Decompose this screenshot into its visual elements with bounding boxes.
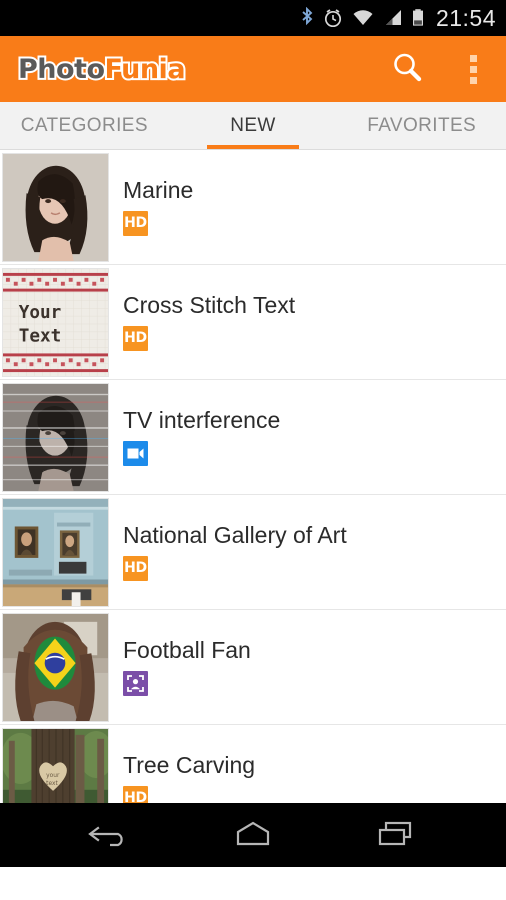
list-item[interactable]: your text Tree Carving HD [0,725,506,803]
search-button[interactable] [374,36,440,102]
app-logo: PhotoFunia [12,53,191,86]
face-detection-icon [127,674,144,692]
svg-text:your: your [46,773,60,779]
app-bar: PhotoFunia [0,36,506,102]
logo-text-funia: Funia [103,53,188,85]
list-item[interactable]: National Gallery of Art HD [0,495,506,610]
list-item-body: National Gallery of Art HD [109,521,347,581]
alarm-icon [323,7,343,29]
tab-favorites[interactable]: FAVORITES [337,102,506,149]
back-button[interactable] [71,803,151,867]
system-navigation-bar [0,803,506,867]
logo-text-photo: Photo [16,53,107,85]
home-button[interactable] [213,803,293,867]
wifi-icon [351,7,375,29]
thumbnail-portrait-woman-dark-hair [2,152,109,262]
app-bar-actions [374,36,506,102]
thumbnail-gallery-interior-paintings [2,497,109,607]
cellular-signal-icon [383,7,403,29]
list-item-title: Tree Carving [123,751,256,778]
badge-hd: HD [123,325,148,351]
thumbnail-woman-brazil-flag-facepaint [2,612,109,722]
status-bar: 21:54 [0,0,506,36]
home-icon [230,818,276,853]
thumbnail-portrait-tv-scanlines [2,382,109,492]
battery-icon [411,7,425,29]
list-item[interactable]: Football Fan [0,610,506,725]
list-item-body: Tree Carving HD [109,751,256,803]
list-item[interactable]: Marine HD [0,150,506,265]
badge-hd: HD [123,785,148,803]
list-item-body: TV interference [109,406,281,466]
bluetooth-icon [299,7,315,29]
tab-categories-label: CATEGORIES [20,114,148,136]
thumbnail-tree-trunk-heart-carving: your text [2,727,109,803]
tab-categories[interactable]: CATEGORIES [0,102,169,149]
tab-new[interactable]: NEW [169,102,338,149]
badge-face-detection [123,670,148,696]
tab-bar: CATEGORIES NEW FAVORITES [0,102,506,150]
back-icon [88,818,134,853]
recents-button[interactable] [355,803,435,867]
phone-screen: 21:54 PhotoFunia CATEGORIES NEW FAVORITE… [0,0,506,900]
recents-icon [372,818,418,853]
list-item-title: Cross Stitch Text [123,291,296,318]
overflow-menu-icon [469,54,477,84]
list-item-title: National Gallery of Art [123,521,347,548]
list-item[interactable]: Your Text Cross Stitch Text HD [0,265,506,380]
video-camera-icon [127,448,144,458]
list-item-title: Marine [123,176,194,203]
badge-hd: HD [123,555,148,581]
list-item-body: Marine HD [109,176,194,236]
status-bar-clock: 21:54 [435,4,496,31]
list-item-title: Football Fan [123,636,251,663]
thumbnail-cross-stitch-your-text: Your Text [2,267,109,377]
badge-video [123,440,148,466]
tab-new-label: NEW [230,114,276,136]
svg-text:Your: Your [19,303,62,323]
overflow-menu-button[interactable] [440,36,506,102]
svg-text:Text: Text [19,326,62,346]
tab-favorites-label: FAVORITES [367,114,477,136]
svg-text:text: text [46,780,58,786]
search-icon [390,50,424,89]
badge-hd: HD [123,210,148,236]
list-item-body: Football Fan [109,636,251,696]
list-item-title: TV interference [123,406,281,433]
effects-list[interactable]: Marine HD Your Text Cross Stitch Text HD… [0,150,506,803]
list-item[interactable]: TV interference [0,380,506,495]
list-item-body: Cross Stitch Text HD [109,291,296,351]
